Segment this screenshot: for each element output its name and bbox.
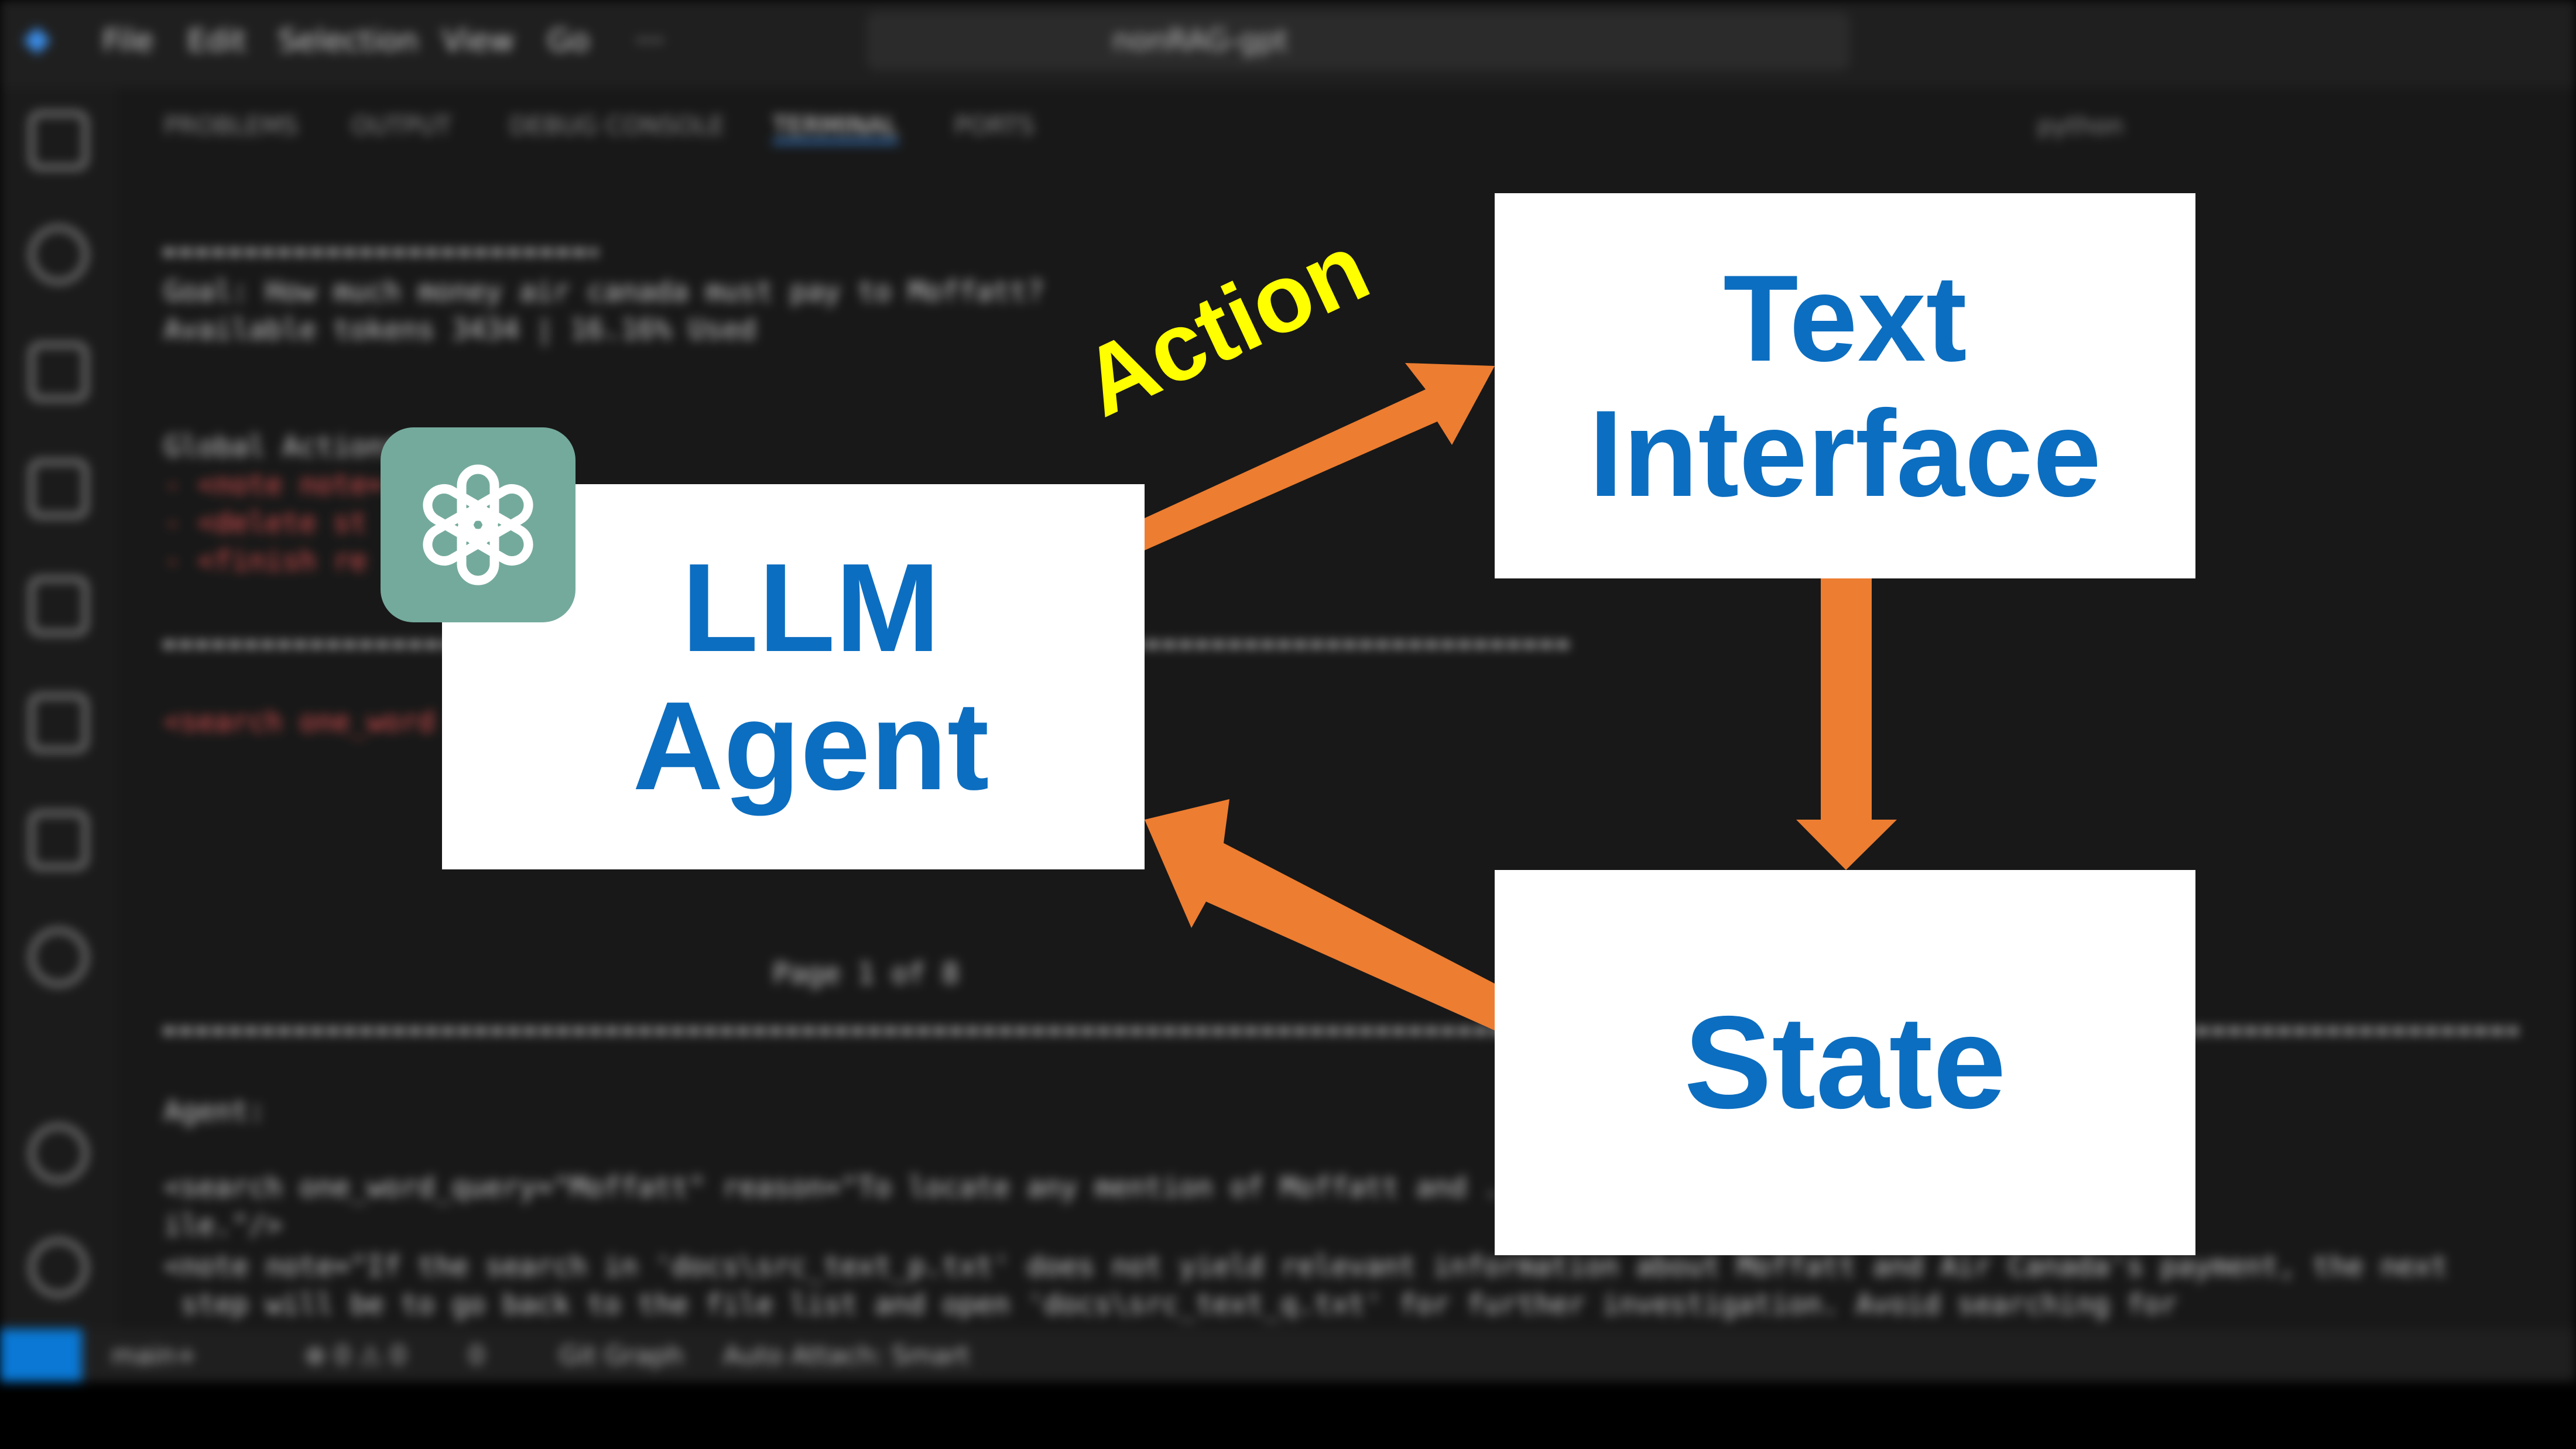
text-interface-label-line1: Text xyxy=(1723,249,1967,387)
text-interface-box: Text Interface xyxy=(1495,193,2195,578)
openai-logo-icon xyxy=(381,427,576,622)
slide: ◆ File Edit Selection View Go ··· nonRAG… xyxy=(0,0,2576,1449)
state-box: State xyxy=(1495,870,2195,1255)
llm-agent-label-line2: Agent xyxy=(632,675,989,816)
llm-agent-label-line1: LLM xyxy=(681,536,940,678)
text-interface-label-line2: Interface xyxy=(1588,385,2102,522)
state-label: State xyxy=(1684,988,2006,1136)
state-to-agent-arrow xyxy=(1145,799,1495,1030)
interface-to-state-arrow xyxy=(1796,578,1897,870)
